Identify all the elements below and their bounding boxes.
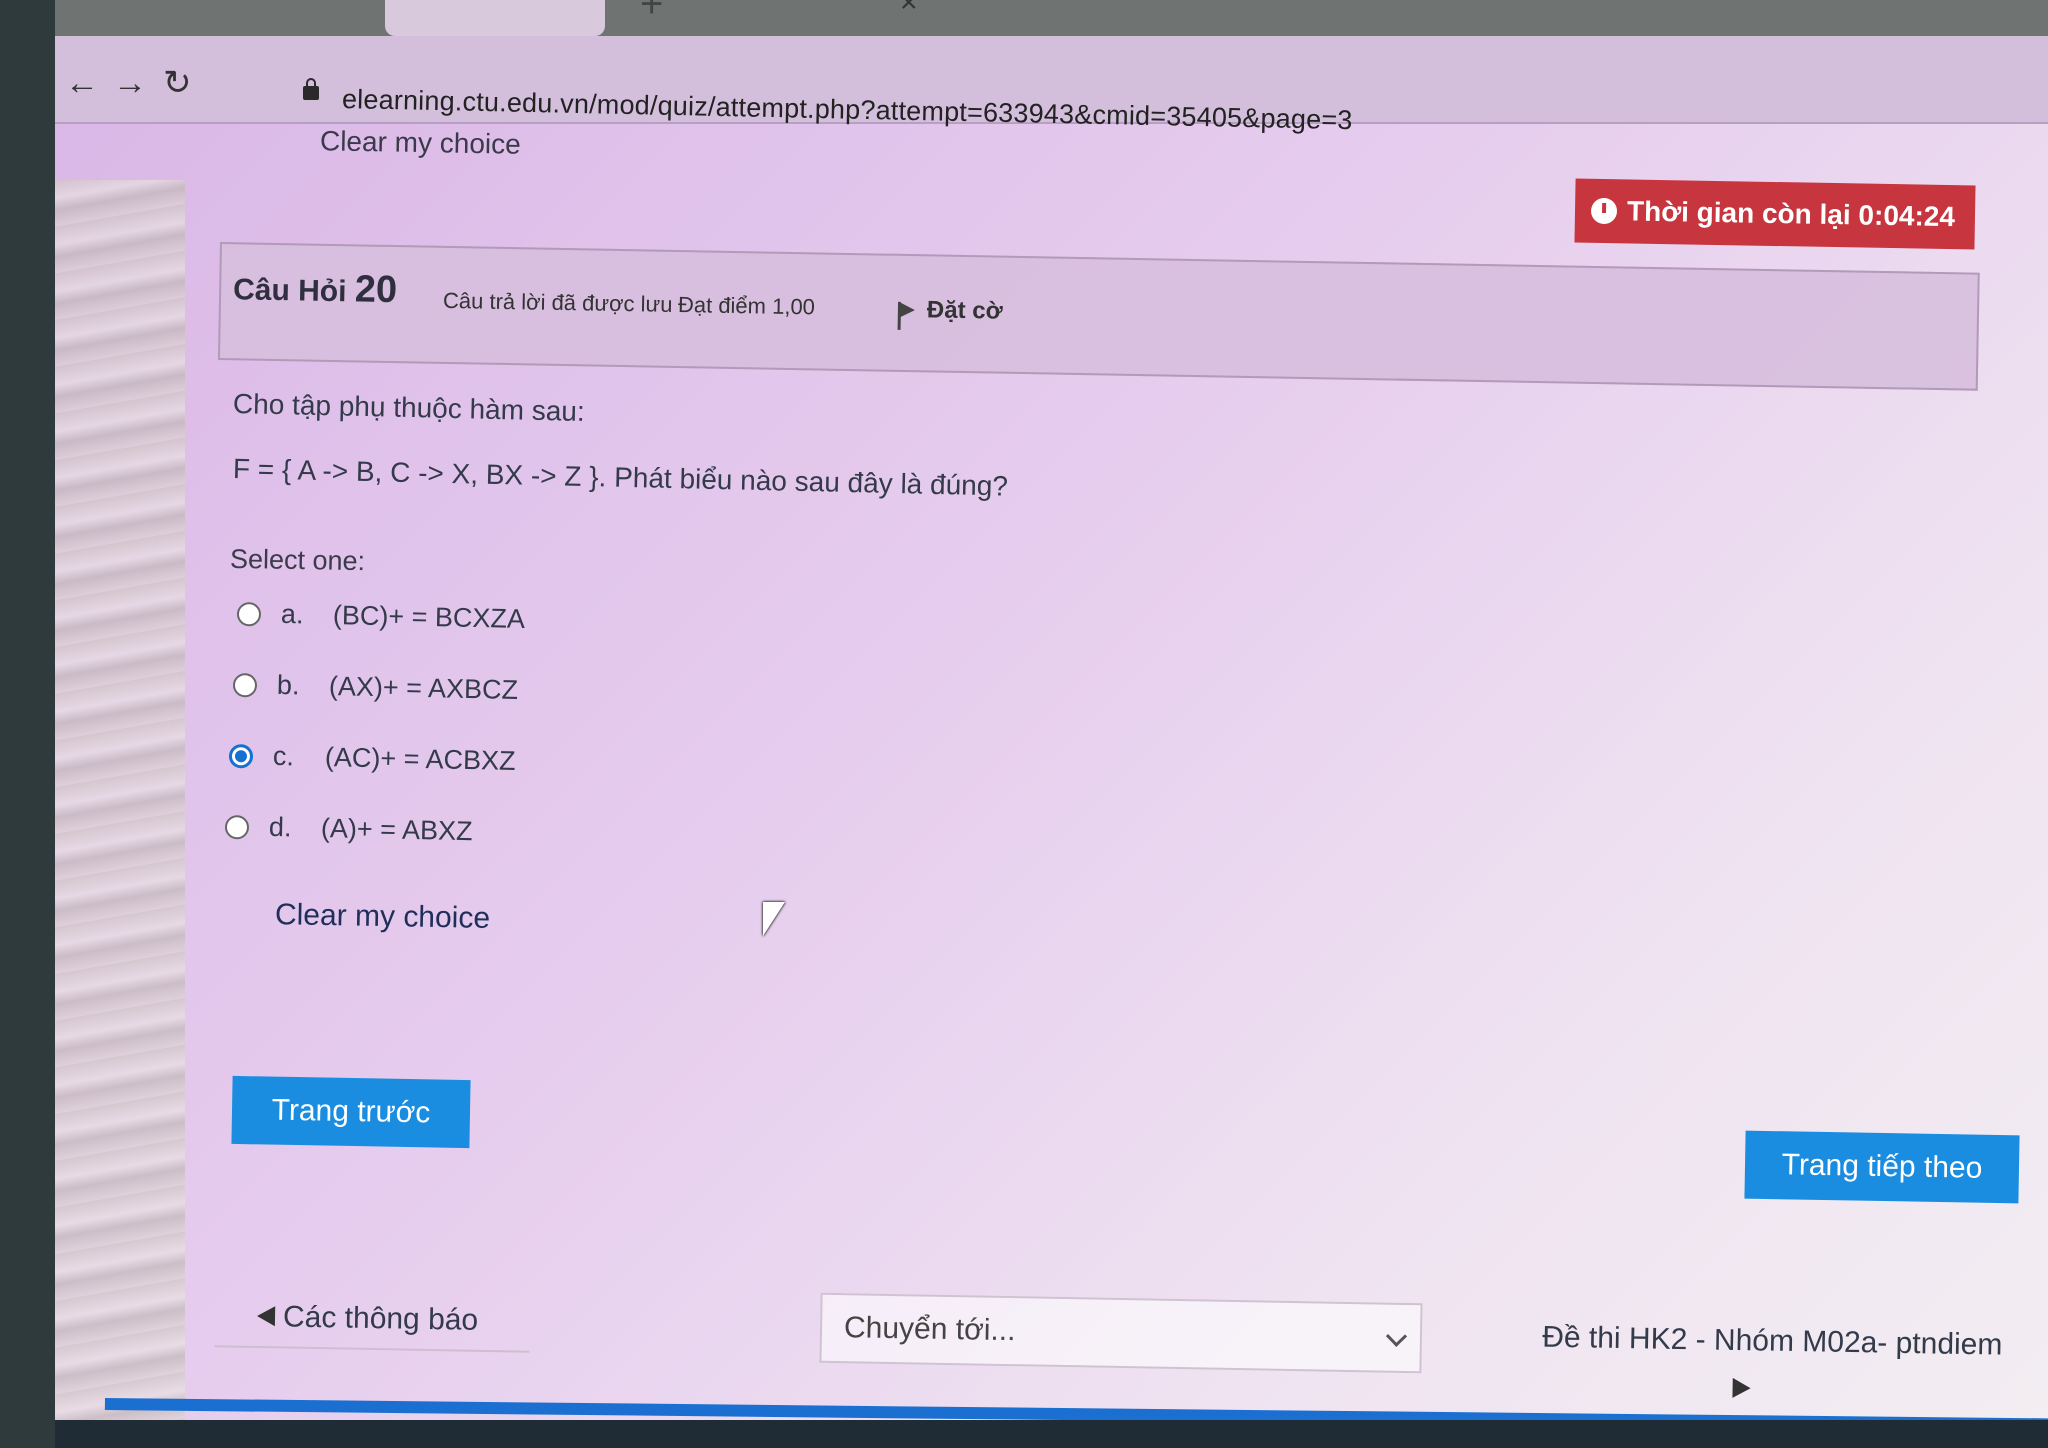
clear-choice-link[interactable]: Clear my choice (275, 898, 491, 936)
option-d[interactable]: d. (A)+ = ABXZ (224, 811, 473, 847)
option-b[interactable]: b. (AX)+ = AXBCZ (232, 669, 518, 706)
quiz-timer: Thời gian còn lại 0:04:24 (1574, 178, 1976, 250)
monitor-bezel (55, 1420, 2048, 1448)
select-one-label: Select one: (229, 543, 366, 577)
triangle-right-icon (1732, 1377, 1751, 1399)
radio-option-c[interactable] (228, 743, 254, 768)
flag-icon (898, 301, 916, 319)
option-c[interactable]: c. (AC)+ = ACBXZ (228, 740, 516, 777)
question-number: Câu Hỏi 20 (232, 268, 398, 312)
option-a[interactable]: a. (BC)+ = BCXZA (236, 598, 525, 635)
screen: × + ← → ↻ elearning.ctu.edu.vn/mod/quiz/… (55, 0, 2048, 1448)
triangle-left-icon (256, 1305, 276, 1327)
previous-page-button[interactable]: Trang trước (231, 1075, 471, 1149)
timer-label: Thời gian còn lại 0:04:24 (1626, 195, 1956, 233)
lock-icon[interactable] (303, 78, 319, 100)
question-text-line1: Cho tập phụ thuộc hàm sau: (232, 388, 586, 427)
tab-close-icon[interactable]: × (900, 0, 918, 20)
question-info-bar: Câu Hỏi 20 Câu trả lời đã được lưu Đạt đ… (217, 242, 1980, 391)
background-photo (55, 180, 185, 1448)
flag-question-button[interactable]: Đặt cờ (898, 296, 1003, 326)
radio-option-b[interactable] (232, 672, 258, 697)
back-arrow-icon[interactable]: ← (65, 66, 99, 100)
radio-option-d[interactable] (224, 814, 250, 839)
question-mark: Đạt điểm 1,00 (677, 292, 816, 320)
question-status: Câu trả lời đã được lưu (442, 287, 673, 317)
question-text-line2: F = { A -> B, C -> X, BX -> Z }. Phát bi… (232, 453, 1009, 502)
mouse-cursor-icon (763, 902, 785, 936)
next-activity-link[interactable]: Đề thi HK2 - Nhóm M02a- ptndiem (1454, 1305, 2021, 1425)
next-page-button[interactable]: Trang tiếp theo (1744, 1130, 2020, 1204)
jump-to-select[interactable]: Chuyển tới... (819, 1292, 1423, 1374)
forward-arrow-icon[interactable]: → (113, 66, 147, 100)
chevron-down-icon (1385, 1325, 1408, 1347)
browser-tab[interactable]: × (385, 0, 918, 36)
reload-icon[interactable]: ↻ (163, 66, 192, 100)
new-tab-icon[interactable]: + (640, 0, 663, 27)
clear-choice-link-top[interactable]: Clear my choice (320, 125, 521, 160)
tab-strip: × + (55, 0, 2048, 36)
clock-icon (1590, 197, 1618, 225)
previous-activity-link[interactable]: Các thông báo (214, 1287, 531, 1353)
radio-option-a[interactable] (236, 601, 262, 626)
browser-toolbar: ← → ↻ elearning.ctu.edu.vn/mod/quiz/atte… (55, 36, 2048, 135)
